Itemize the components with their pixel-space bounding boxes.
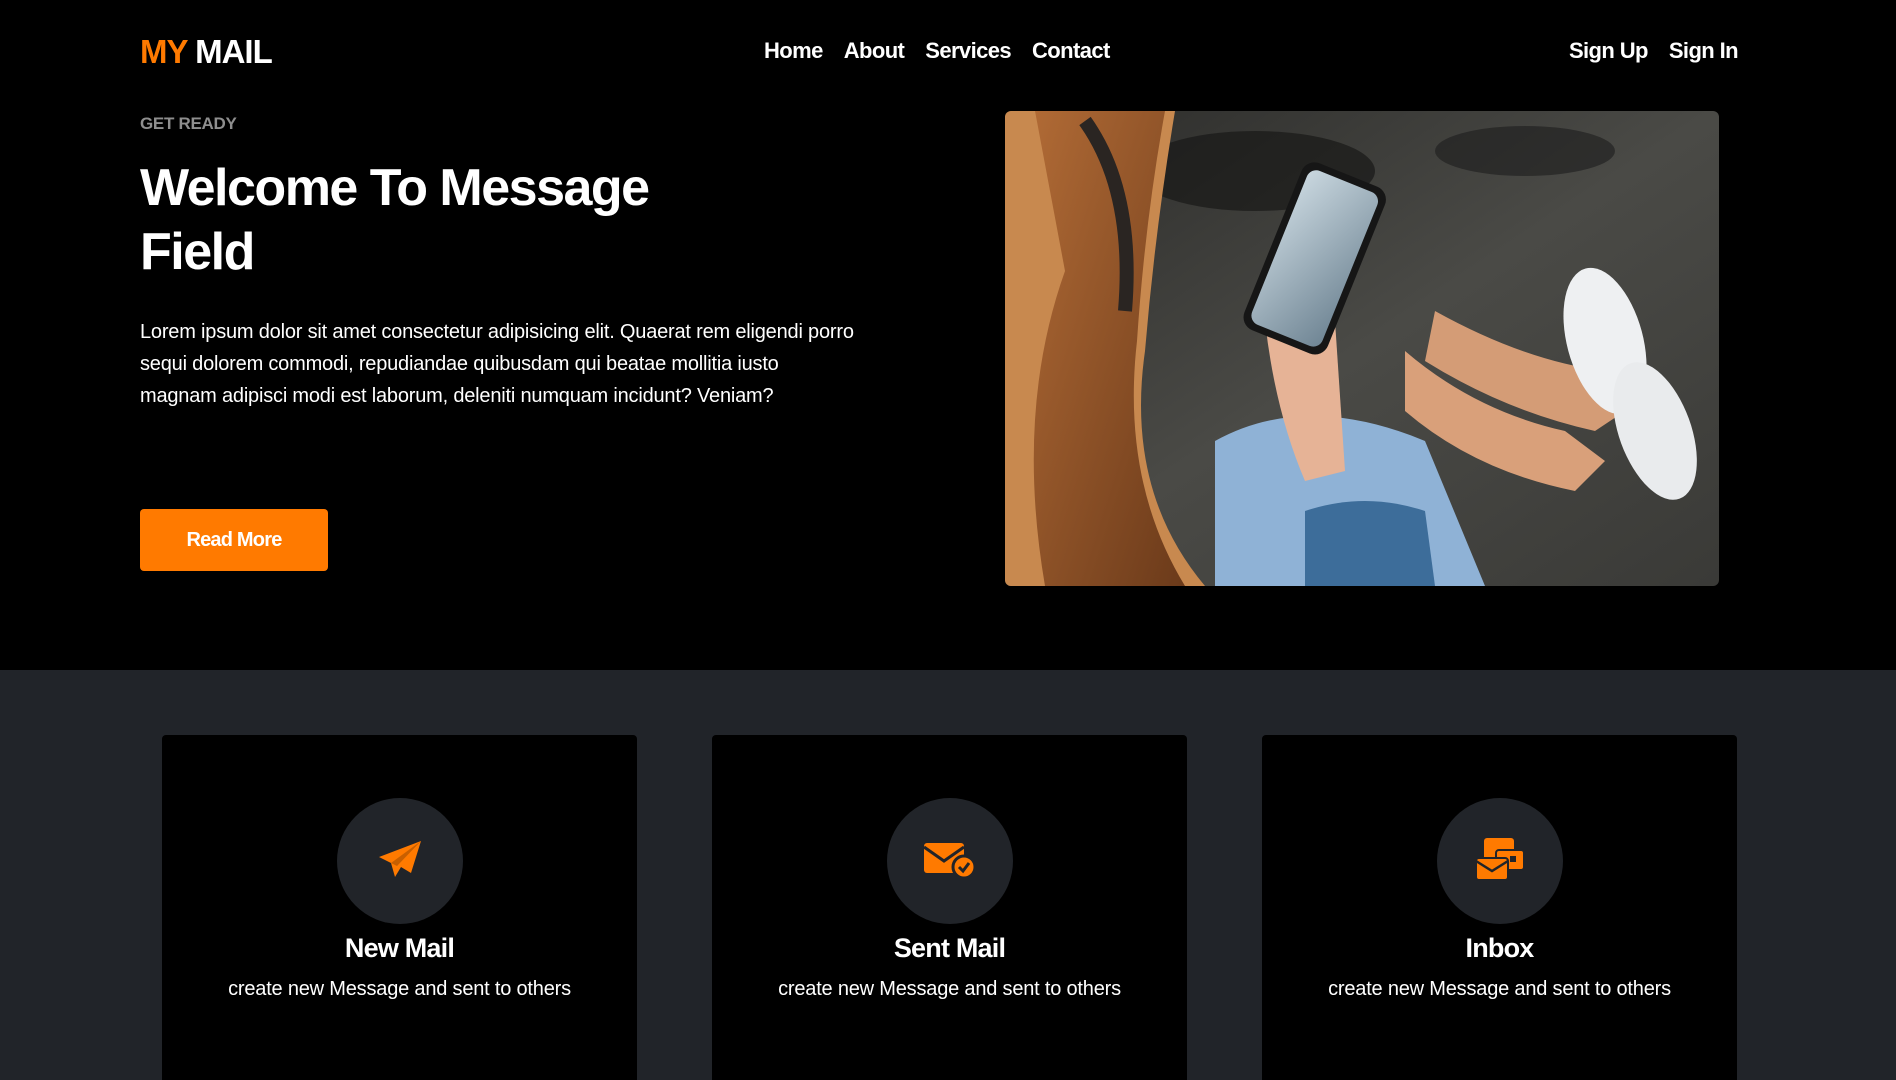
nav-services-link[interactable]: Services <box>925 38 1011 64</box>
feature-card-inbox[interactable]: Inbox create new Message and sent to oth… <box>1262 735 1737 1080</box>
sign-up-link[interactable]: Sign Up <box>1569 38 1649 64</box>
feature-card-sent-mail[interactable]: Sent Mail create new Message and sent to… <box>712 735 1187 1080</box>
features-section: New Mail create new Message and sent to … <box>0 670 1896 1080</box>
feature-description: create new Message and sent to others <box>778 978 1121 1000</box>
feature-title: Sent Mail <box>893 933 1006 963</box>
logo[interactable]: MY MAIL <box>140 33 273 71</box>
auth-links: Sign Up Sign In <box>1569 38 1739 64</box>
hero-description: Lorem ipsum dolor sit amet consectetur a… <box>140 321 854 407</box>
icon-circle <box>1437 798 1563 924</box>
icon-circle <box>887 798 1013 924</box>
hero-section: GET READY Welcome To Message Field Lorem… <box>0 104 1896 670</box>
icon-circle <box>337 798 463 924</box>
logo-part-my: MY <box>140 33 188 70</box>
main-nav: Home About Services Contact <box>764 38 1110 64</box>
envelope-check-icon <box>922 839 978 884</box>
sign-in-link[interactable]: Sign In <box>1669 38 1739 64</box>
logo-part-mail: MAIL <box>195 33 273 70</box>
feature-card-new-mail[interactable]: New Mail create new Message and sent to … <box>162 735 637 1080</box>
nav-about-link[interactable]: About <box>844 38 905 64</box>
hero-eyebrow: GET READY <box>140 114 237 133</box>
paper-plane-icon <box>377 839 423 884</box>
hero-title: Welcome To Message Field <box>140 159 650 281</box>
hero-photo-woman-with-phone <box>1005 111 1719 586</box>
top-navbar: MY MAIL Home About Services Contact Sign… <box>0 0 1896 104</box>
feature-description: create new Message and sent to others <box>1328 978 1671 1000</box>
envelopes-icon <box>1474 836 1526 887</box>
nav-contact-link[interactable]: Contact <box>1032 38 1110 64</box>
feature-description: create new Message and sent to others <box>228 978 571 1000</box>
feature-title: New Mail <box>344 933 455 963</box>
nav-home-link[interactable]: Home <box>764 38 823 64</box>
read-more-button[interactable]: Read More <box>140 509 328 571</box>
feature-title: Inbox <box>1465 933 1535 963</box>
